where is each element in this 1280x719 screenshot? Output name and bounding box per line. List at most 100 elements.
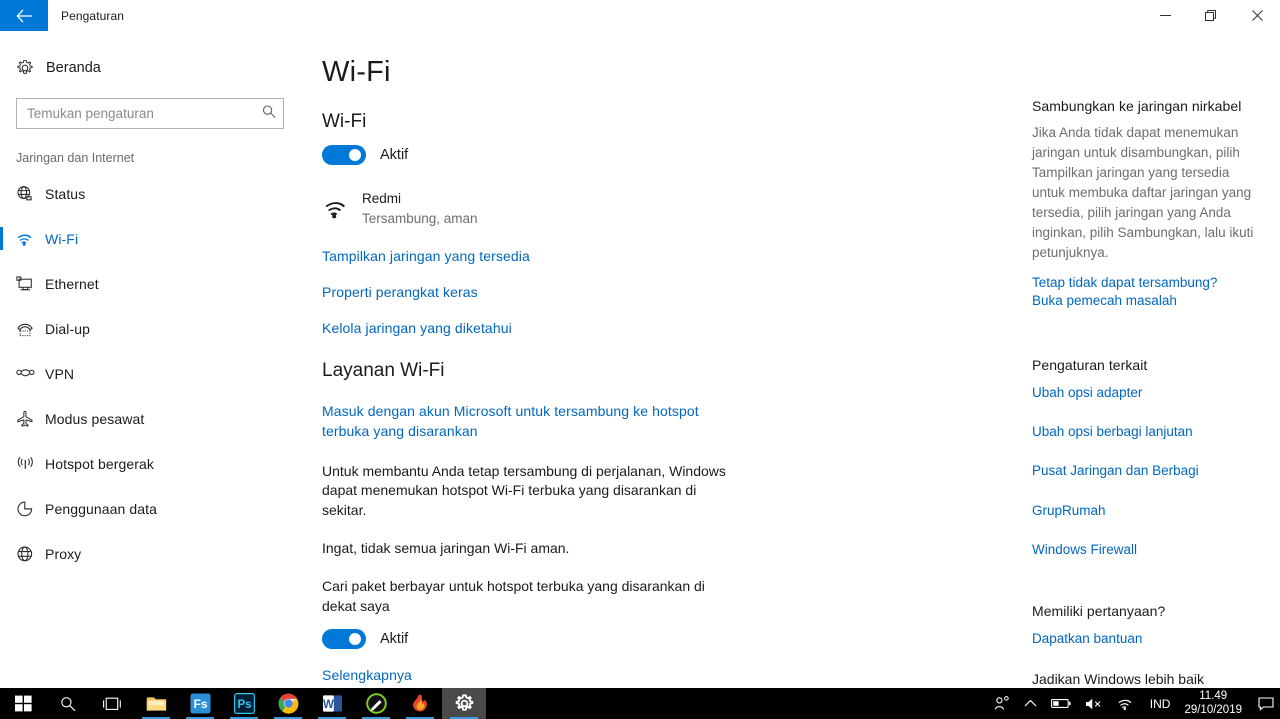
related-settings-heading: Pengaturan terkait — [1032, 356, 1148, 373]
battery-icon[interactable] — [1044, 688, 1078, 719]
language-indicator[interactable]: IND — [1142, 688, 1179, 719]
sidebar-item-airplane-mode[interactable]: Modus pesawat — [0, 396, 310, 441]
related-info-panel: Sambungkan ke jaringan nirkabel Jika And… — [1020, 31, 1280, 688]
minimize-button[interactable] — [1142, 0, 1188, 31]
hardware-properties-link[interactable]: Properti perangkat keras — [322, 284, 478, 300]
troubleshooter-link-line1[interactable]: Tetap tidak dapat tersambung? — [1032, 274, 1266, 292]
wifi-toggle-row: Aktif — [322, 145, 1020, 165]
settings-button[interactable] — [442, 688, 486, 719]
search-input[interactable] — [16, 98, 284, 129]
sidebar-item-label: Modus pesawat — [45, 410, 145, 427]
data-usage-pie-icon — [16, 500, 45, 518]
homegroup-link[interactable]: GrupRumah — [1032, 502, 1266, 520]
fs-app-button[interactable]: Fs — [178, 688, 222, 719]
system-tray: IND 11.49 29/10/2019 — [987, 688, 1280, 719]
network-sharing-center-link[interactable]: Pusat Jaringan dan Berbagi — [1032, 462, 1266, 480]
wifi-services-heading: Layanan Wi-Fi — [322, 359, 445, 381]
clock[interactable]: 11.49 29/10/2019 — [1178, 690, 1252, 717]
start-button[interactable] — [0, 688, 46, 719]
clock-time: 11.49 — [1199, 689, 1228, 702]
windows-firewall-link[interactable]: Windows Firewall — [1032, 541, 1266, 559]
paid-plans-toggle-row: Aktif — [322, 628, 1020, 649]
wifi-icon[interactable] — [1110, 688, 1142, 719]
sidebar-item-dialup[interactable]: Dial-up — [0, 306, 310, 351]
sidebar-item-vpn[interactable]: VPN — [0, 351, 310, 396]
connected-network-row[interactable]: Redmi Tersambung, aman — [322, 189, 1020, 230]
globe-proxy-icon — [16, 545, 45, 563]
sidebar-item-data-usage[interactable]: Penggunaan data — [0, 486, 310, 531]
sidebar-item-label: Dial-up — [45, 320, 91, 337]
change-adapter-options-link[interactable]: Ubah opsi adapter — [1032, 384, 1266, 402]
connect-wireless-body: Jika Anda tidak dapat menemukan jaringan… — [1032, 125, 1254, 260]
sidebar-item-proxy[interactable]: Proxy — [0, 531, 310, 576]
settings-window: Pengaturan Beranda Temukan pengaturan Ja… — [0, 0, 1280, 719]
sidebar-item-wifi[interactable]: Wi-Fi — [0, 216, 310, 261]
questions-heading: Memiliki pertanyaan? — [1032, 603, 1166, 620]
services-paragraph-2: Ingat, tidak semua jaringan Wi-Fi aman. — [322, 540, 570, 557]
gear-icon — [16, 59, 44, 77]
sidebar-item-home[interactable]: Beranda — [0, 51, 310, 85]
main-content: Wi-Fi Wi-Fi Aktif Redmi Tersambung, aman… — [310, 31, 1020, 688]
clock-date: 29/10/2019 — [1184, 703, 1242, 716]
sidebar-group-title: Jaringan dan Internet — [16, 151, 135, 165]
troubleshooter-link-line2[interactable]: Buka pemecah masalah — [1032, 292, 1266, 310]
flame-app-button[interactable] — [398, 688, 442, 719]
microsoft-account-hotspot-link[interactable]: Masuk dengan akun Microsoft untuk tersam… — [322, 402, 722, 442]
file-explorer-button[interactable] — [134, 688, 178, 719]
paid-plans-toggle-label: Aktif — [380, 630, 409, 647]
sidebar-item-status[interactable]: Status — [0, 171, 310, 216]
hardware-properties-link-wrap: Properti perangkat keras — [322, 284, 1020, 302]
get-help-link[interactable]: Dapatkan bantuan — [1032, 630, 1266, 648]
ms-account-link-wrap: Masuk dengan akun Microsoft untuk tersam… — [322, 402, 722, 444]
svg-text:Fs: Fs — [193, 697, 207, 711]
toggle-knob — [349, 632, 361, 645]
show-available-networks-link[interactable]: Tampilkan jaringan yang tersedia — [322, 248, 530, 264]
sidebar-item-label: VPN — [45, 365, 75, 382]
airplane-icon — [16, 410, 45, 428]
close-button[interactable] — [1234, 0, 1280, 31]
network-name: Redmi — [362, 191, 402, 206]
restore-button[interactable] — [1188, 0, 1234, 31]
window-title: Pengaturan — [61, 8, 125, 23]
chrome-button[interactable] — [266, 688, 310, 719]
volume-muted-icon[interactable] — [1078, 688, 1110, 719]
person-icon[interactable] — [987, 688, 1017, 719]
svg-text:Ps: Ps — [237, 699, 251, 711]
show-available-networks-link-wrap: Tampilkan jaringan yang tersedia — [322, 248, 1020, 266]
wifi-icon — [16, 231, 45, 247]
photoshop-button[interactable]: Ps — [222, 688, 266, 719]
notification-icon[interactable] — [1252, 688, 1280, 719]
change-advanced-sharing-link[interactable]: Ubah opsi berbagi lanjutan — [1032, 423, 1266, 441]
sidebar-item-mobile-hotspot[interactable]: Hotspot bergerak — [0, 441, 310, 486]
manage-known-networks-link[interactable]: Kelola jaringan yang diketahui — [322, 320, 512, 336]
back-button[interactable] — [0, 0, 48, 31]
vpn-icon — [16, 367, 45, 381]
sidebar-item-label: Ethernet — [45, 275, 99, 292]
paid-plans-toggle[interactable] — [322, 628, 366, 649]
network-status: Tersambung, aman — [362, 211, 478, 227]
ethernet-icon — [16, 275, 45, 292]
sidebar-item-label: Wi-Fi — [45, 230, 79, 247]
window-controls — [1142, 0, 1280, 31]
learn-more-link-wrap: Selengkapnya — [322, 667, 1020, 685]
chevron-up-icon[interactable] — [1017, 688, 1044, 719]
wifi-icon — [322, 198, 362, 220]
taskbar: Fs Ps W IND 11.49 29/10/2019 — [0, 688, 1280, 719]
manage-known-networks-link-wrap: Kelola jaringan yang diketahui — [322, 320, 1020, 338]
word-button[interactable]: W — [310, 688, 354, 719]
search-button[interactable] — [46, 688, 90, 719]
dialup-phone-icon — [16, 321, 45, 337]
wifi-toggle[interactable] — [322, 145, 366, 165]
page-title: Wi-Fi — [322, 56, 391, 88]
sidebar-item-label: Proxy — [45, 545, 82, 562]
globe-status-icon — [16, 185, 45, 202]
search-box — [16, 98, 284, 129]
learn-more-link[interactable]: Selengkapnya — [322, 667, 412, 683]
sidebar: Beranda Jaringan dan Internet — [0, 31, 310, 688]
toggle-knob — [349, 149, 361, 161]
paid-plans-label: Cari paket berbayar untuk hotspot terbuk… — [322, 578, 705, 614]
sidebar-item-ethernet[interactable]: Ethernet — [0, 261, 310, 306]
task-view-button[interactable] — [90, 688, 134, 719]
pen-app-button[interactable] — [354, 688, 398, 719]
sidebar-item-label: Hotspot bergerak — [45, 455, 154, 472]
